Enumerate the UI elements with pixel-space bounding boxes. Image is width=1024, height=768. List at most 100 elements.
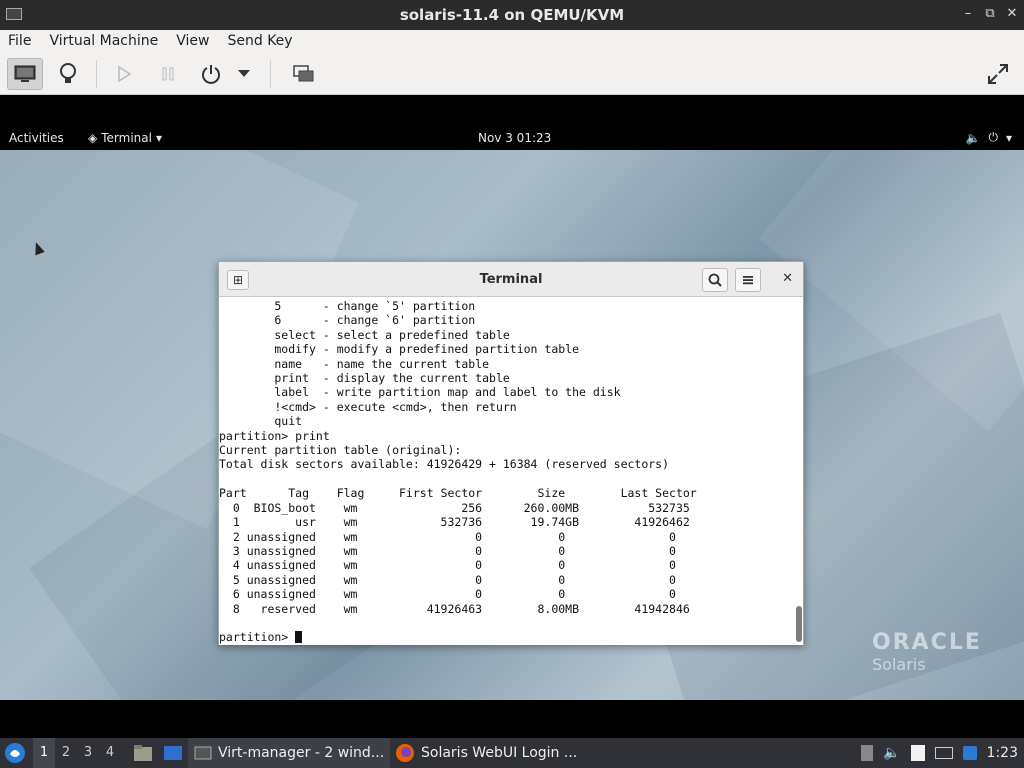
- search-button[interactable]: [702, 268, 728, 292]
- volume-icon: 🔈: [965, 130, 981, 145]
- chevron-down-icon: ▾: [155, 131, 162, 145]
- menu-button[interactable]: [735, 268, 761, 292]
- window-controls: – ⧉ ✕: [960, 6, 1020, 22]
- taskbar-clock[interactable]: 1:23: [987, 745, 1018, 761]
- monitor-icon: [14, 65, 36, 82]
- task-firefox[interactable]: Solaris WebUI Login ...: [389, 738, 583, 768]
- screen: solaris-11.4 on QEMU/KVM – ⧉ ✕ File Virt…: [0, 0, 1024, 768]
- workspace-3[interactable]: 3: [77, 738, 99, 768]
- terminal-window[interactable]: ⊞ Terminal ✕ 5 - change `5' partition 6 …: [218, 261, 804, 645]
- terminal-prompt: partition>: [219, 630, 296, 645]
- oracle-solaris-logo: ORACLE Solaris: [872, 630, 982, 674]
- info-icon[interactable]: [962, 746, 977, 760]
- snapshot-icon: [293, 65, 314, 82]
- lightbulb-icon: [60, 63, 76, 83]
- terminal-line: modify - modify a predefined partition t…: [219, 342, 580, 357]
- text-cursor: [295, 631, 303, 644]
- desktop[interactable]: ORACLE Solaris ⊞ Terminal ✕ 5 - change `…: [0, 150, 1024, 700]
- menu-view[interactable]: View: [176, 33, 209, 49]
- terminal-app-icon: ◈: [88, 131, 98, 145]
- close-button[interactable]: ✕: [1004, 6, 1020, 22]
- hamburger-icon: [743, 276, 753, 285]
- terminal-line: 0 BIOS_boot wm 256 260.00MB 532735: [219, 500, 690, 515]
- workspace-1[interactable]: 1: [33, 738, 55, 768]
- task-label: Virt-manager - 2 wind...: [218, 745, 385, 761]
- show-desktop-icon: [164, 746, 182, 760]
- terminal-close-button[interactable]: ✕: [782, 271, 793, 286]
- taskbar: 1 2 3 4 Virt-manager - 2 wind... Solaris…: [0, 738, 1024, 768]
- menu-file[interactable]: File: [8, 33, 31, 49]
- terminal-headerbar: ⊞ Terminal ✕: [219, 262, 803, 297]
- terminal-line: 2 unassigned wm 0 0 0: [219, 529, 676, 544]
- power-icon: [202, 65, 220, 84]
- chevron-down-icon: ▾: [1005, 130, 1012, 145]
- system-tray: 🔈 1:23: [861, 738, 1024, 768]
- workspace-4[interactable]: 4: [99, 738, 121, 768]
- minimize-button[interactable]: –: [960, 6, 976, 22]
- new-tab-button[interactable]: ⊞: [227, 270, 249, 290]
- terminal-line: !<cmd> - execute <cmd>, then return: [219, 399, 517, 414]
- virt-manager-icon: [194, 746, 212, 760]
- guest-display[interactable]: Activities ◈ Terminal ▾ Nov 3 01:23 🔈 ⏻ …: [0, 95, 1024, 768]
- fullscreen-button[interactable]: [980, 58, 1016, 90]
- quicklaunch-desktop[interactable]: [163, 738, 183, 768]
- top-bar-clock[interactable]: Nov 3 01:23: [478, 131, 551, 145]
- power-button[interactable]: [193, 58, 229, 90]
- terminal-line: Part Tag Flag First Sector Size Last Sec…: [219, 486, 697, 501]
- toolbar: [0, 52, 1024, 95]
- app-menu[interactable]: ◈ Terminal ▾: [88, 131, 162, 145]
- terminal-line: Current partition table (original):: [219, 443, 462, 458]
- keyboard-icon[interactable]: [934, 747, 953, 759]
- terminal-line: 8 reserved wm 41926463 8.00MB 41942846: [219, 601, 690, 616]
- terminal-line: select - select a predefined table: [219, 327, 510, 342]
- start-menu-icon: [5, 743, 25, 763]
- run-button[interactable]: [106, 58, 142, 90]
- host-titlebar: solaris-11.4 on QEMU/KVM – ⧉ ✕: [0, 0, 1024, 30]
- pause-button[interactable]: [150, 58, 186, 90]
- menu-virtual-machine[interactable]: Virtual Machine: [49, 33, 158, 49]
- terminal-scrollbar[interactable]: [796, 606, 802, 642]
- terminal-body[interactable]: 5 - change `5' partition 6 - change `6' …: [219, 298, 803, 645]
- task-virt-manager[interactable]: Virt-manager - 2 wind...: [188, 738, 391, 768]
- terminal-line: 1 usr wm 532736 19.74GB 41926462: [219, 515, 690, 530]
- details-button[interactable]: [50, 58, 86, 90]
- search-icon: [708, 273, 722, 287]
- play-icon: [118, 65, 132, 83]
- restore-button[interactable]: ⧉: [982, 6, 998, 22]
- pause-icon: [162, 67, 174, 81]
- menubar: File Virtual Machine View Send Key: [0, 30, 1024, 52]
- terminal-line: name - name the current table: [219, 356, 490, 371]
- terminal-title: Terminal: [479, 271, 543, 287]
- terminal-line: 4 unassigned wm 0 0 0: [219, 558, 676, 573]
- file-manager-icon: [134, 745, 152, 761]
- workspace-2[interactable]: 2: [55, 738, 77, 768]
- status-area[interactable]: 🔈 ⏻ ▾: [966, 130, 1012, 145]
- volume-icon[interactable]: 🔈: [883, 745, 900, 761]
- terminal-line: 6 unassigned wm 0 0 0: [219, 587, 676, 602]
- snapshots-button[interactable]: [286, 58, 322, 90]
- quicklaunch-files[interactable]: [133, 738, 153, 768]
- terminal-line: 5 unassigned wm 0 0 0: [219, 572, 676, 587]
- power-status-icon: ⏻: [988, 130, 998, 144]
- terminal-line: print - display the current table: [219, 371, 510, 386]
- console-button[interactable]: [7, 58, 43, 90]
- start-menu-button[interactable]: [4, 738, 26, 768]
- app-menu-label: Terminal: [101, 131, 152, 145]
- terminal-line: 3 unassigned wm 0 0 0: [219, 543, 676, 558]
- task-label: Solaris WebUI Login ...: [421, 745, 578, 761]
- activities-button[interactable]: Activities: [9, 131, 64, 145]
- fullscreen-icon: [988, 64, 1008, 84]
- window-title: solaris-11.4 on QEMU/KVM: [399, 6, 625, 24]
- clipboard-icon[interactable]: [861, 745, 874, 761]
- terminal-line: partition> print: [219, 428, 330, 443]
- workspace-switcher: 1 2 3 4: [33, 738, 121, 768]
- virt-manager-icon: [6, 8, 22, 20]
- terminal-prompt-line: partition>: [219, 630, 803, 644]
- terminal-line: 5 - change `5' partition: [219, 299, 476, 313]
- terminal-line: Total disk sectors available: 41926429 +…: [219, 457, 670, 472]
- menu-send-key[interactable]: Send Key: [227, 33, 292, 49]
- notes-icon[interactable]: [910, 745, 925, 761]
- power-menu-button[interactable]: [232, 58, 256, 90]
